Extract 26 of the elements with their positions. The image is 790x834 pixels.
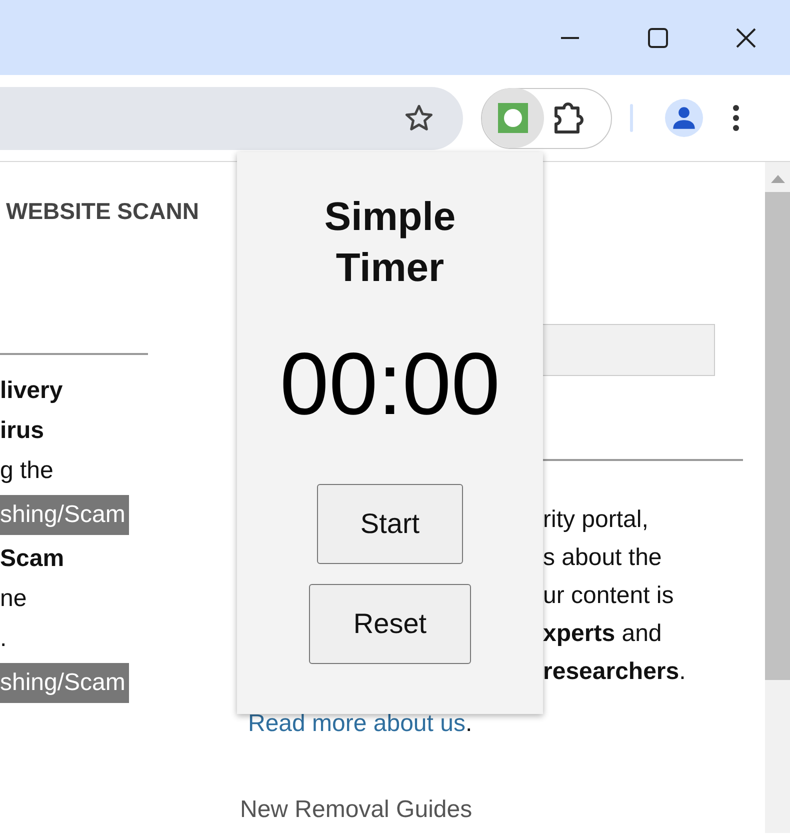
article-text: ne [0, 584, 28, 614]
timer-display: 00:00 [280, 334, 500, 434]
article-title[interactable]: livery [0, 371, 237, 411]
section-heading: New Removal Guides [240, 796, 474, 824]
search-field[interactable] [543, 324, 715, 376]
close-icon[interactable] [735, 26, 757, 48]
read-more-link[interactable]: Read more about us [248, 710, 466, 738]
category-tag: shing/Scam [0, 663, 130, 703]
period-text: . [465, 710, 472, 738]
about-paragraph: rity portal, s about the ur content is xperts and researchers. [543, 505, 687, 687]
article-text: . [0, 624, 8, 654]
scrollbar[interactable] [765, 162, 790, 833]
menu-icon[interactable] [732, 104, 740, 132]
article-title[interactable]: Scam [0, 539, 237, 579]
article-title[interactable]: irus [0, 411, 237, 451]
maximize-icon[interactable] [647, 26, 669, 48]
extension-icon [498, 103, 528, 133]
start-button[interactable]: Start [317, 484, 463, 564]
star-icon[interactable] [403, 103, 435, 133]
profile-avatar[interactable] [665, 99, 703, 137]
category-tag: shing/Scam [0, 495, 130, 535]
article-text: g the [0, 456, 54, 486]
timer-extension-button[interactable] [482, 88, 544, 148]
popup-title: Simple Timer [323, 194, 457, 292]
section-heading: WEBSITE SCANN [5, 198, 200, 225]
reset-button[interactable]: Reset [309, 584, 471, 664]
